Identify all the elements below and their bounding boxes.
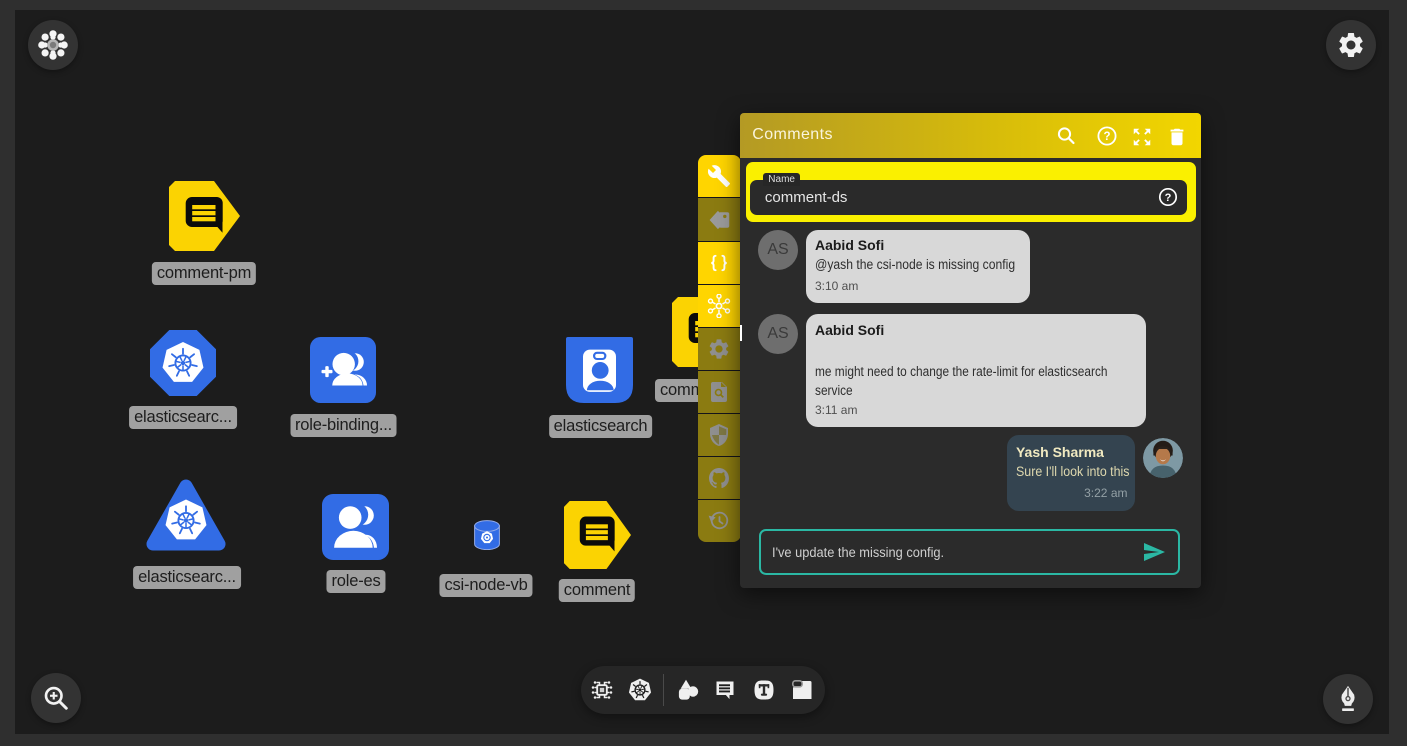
svg-text:?: ? — [1103, 131, 1110, 143]
svg-text:?: ? — [1164, 192, 1171, 204]
